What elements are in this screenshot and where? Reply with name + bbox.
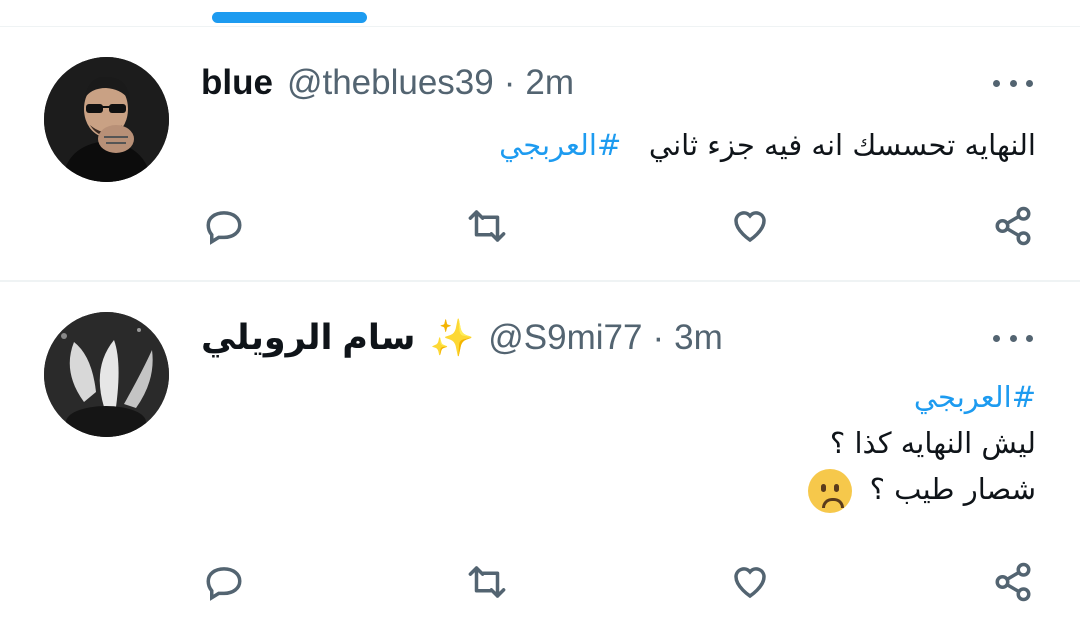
like-icon[interactable] <box>725 201 775 251</box>
retweet-icon[interactable] <box>462 201 512 251</box>
separator-dot: · <box>503 63 516 102</box>
scroll-indicator <box>212 12 367 23</box>
author-handle[interactable]: @theblues39 <box>287 63 494 103</box>
avatar[interactable] <box>44 57 169 182</box>
tweet-text-line-with-emoji: شصار طيب ؟ <box>808 466 1036 513</box>
timestamp[interactable]: 3m <box>674 318 723 358</box>
timestamp[interactable]: 2m <box>525 63 574 103</box>
tweet-text: #العربجي ليش النهايه كذا ؟ شصار طيب ؟ <box>808 374 1036 513</box>
share-icon[interactable] <box>988 201 1038 251</box>
tweet-text-line: شصار طيب ؟ <box>869 472 1036 506</box>
tweet-actions <box>0 557 1080 607</box>
reply-icon[interactable] <box>199 557 249 607</box>
like-icon[interactable] <box>725 557 775 607</box>
more-options-icon[interactable] <box>993 68 1033 98</box>
separator-dot: · <box>652 318 665 357</box>
tweet-header: blue @theblues39 · 2m <box>201 61 574 105</box>
tweet-text-line: ليش النهايه كذا ؟ <box>829 426 1036 460</box>
tweet-1[interactable]: blue @theblues39 · 2m النهايه تحسسك انه … <box>0 27 1080 280</box>
worried-face-icon <box>808 469 853 513</box>
author-name[interactable]: blue <box>201 63 273 103</box>
tweet-2[interactable]: سام الرويلي ✨ @S9mi77 · 3m #العربجي ليش … <box>0 282 1080 632</box>
tweet-text: النهايه تحسسك انه فيه جزء ثاني #العربجي <box>499 122 1036 168</box>
hashtag-link[interactable]: #العربجي <box>499 128 621 162</box>
hashtag-link[interactable]: #العربجي <box>914 380 1036 414</box>
avatar[interactable] <box>44 312 169 437</box>
tweet-text-line: النهايه تحسسك انه فيه جزء ثاني <box>648 128 1036 162</box>
sparkles-icon: ✨ <box>429 317 475 358</box>
author-handle[interactable]: @S9mi77 <box>488 318 642 358</box>
share-icon[interactable] <box>988 557 1038 607</box>
more-options-icon[interactable] <box>993 323 1033 353</box>
tweet-header: سام الرويلي ✨ @S9mi77 · 3m <box>201 316 723 360</box>
tweet-actions <box>0 201 1080 251</box>
reply-icon[interactable] <box>199 201 249 251</box>
retweet-icon[interactable] <box>462 557 512 607</box>
author-name[interactable]: سام الرويلي <box>201 318 415 358</box>
